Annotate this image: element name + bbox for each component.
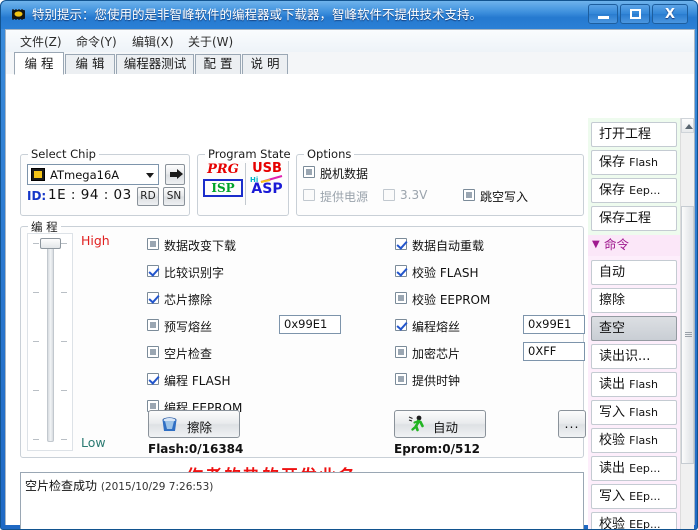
window-title: 特别提示：您使用的是非智峰软件的编程器或下载器，智峰软件不提供技术支持。 (32, 7, 483, 22)
arrow-right-icon (170, 169, 183, 179)
auto-button-label: 自动 (433, 420, 459, 435)
select-chip-group: Select Chip ATmega16A ID: 1E : 94 : 03 R… (20, 147, 190, 216)
scrollbar-thumb[interactable] (681, 206, 694, 464)
checkbox-label: 跳空写入 (480, 190, 529, 204)
command-section-title: 命令 (604, 237, 630, 252)
program-fuse-value-input[interactable]: 0x99E1 (523, 315, 585, 334)
checkbox-box (303, 166, 315, 178)
serial-number-button[interactable]: SN (163, 187, 185, 206)
sidebar-auto-button[interactable]: 自动 (591, 260, 677, 285)
eprom-usage-label: Eprom:0/512 (394, 442, 481, 456)
tab-program[interactable]: 编 程 (14, 52, 64, 75)
sidebar-open-project-button[interactable]: 打开工程 (591, 122, 677, 147)
sidebar-save-project-button[interactable]: 保存工程 (591, 206, 677, 231)
chip-icon (12, 9, 25, 20)
log-entry: 空片检查成功 (2015/10/29 7:26:53) (25, 477, 213, 494)
application-window: 特别提示：您使用的是非智峰软件的编程器或下载器，智峰软件不提供技术支持。 X 文… (0, 0, 698, 530)
sidebar-blank-check-button[interactable]: 查空 (591, 316, 677, 341)
prewrite-fuse-value-input[interactable]: 0x99E1 (279, 315, 341, 334)
log-output-panel[interactable]: 空片检查成功 (2015/10/29 7:26:53) (20, 472, 584, 529)
programming-group: 编 程 High Low 数据改变下载 比较识别字 芯片擦除 预写熔丝 空片检查… (20, 219, 585, 458)
menu-bar: 文件(Z) 命令(Y) 编辑(X) 关于(W) (6, 30, 694, 53)
chevron-down-icon (146, 173, 154, 178)
slider-high-label: High (81, 233, 110, 248)
sidebar-erase-button[interactable]: 擦除 (591, 288, 677, 313)
sidebar-verify-flash-button[interactable]: 校验 Flash (591, 428, 677, 453)
title-bar: 特别提示：您使用的是非智峰软件的编程器或下载器，智峰软件不提供技术支持。 X (1, 1, 697, 29)
more-options-label: ... (564, 416, 580, 431)
lock-chip-value-input[interactable]: 0XFF (523, 342, 585, 361)
apply-chip-button[interactable] (165, 164, 185, 185)
sidebar-verify-eeprom-button[interactable]: 校验 EEp... (591, 512, 677, 529)
sidebar-save-eeprom-button[interactable]: 保存 Eep... (591, 178, 677, 203)
running-person-icon (408, 415, 424, 432)
sidebar-write-eeprom-button[interactable]: 写入 EEp... (591, 484, 677, 509)
tab-strip: 编 程 编 辑 编程器测试 配 置 说 明 (6, 52, 694, 75)
grip-icon (685, 332, 692, 338)
tab-config[interactable]: 配 置 (195, 54, 241, 74)
chip-select-dropdown[interactable]: ATmega16A (27, 164, 159, 185)
checkbox-label: 提供电源 (320, 190, 369, 204)
client-area: 文件(Z) 命令(Y) 编辑(X) 关于(W) 编 程 编 辑 编程器测试 配 … (5, 29, 695, 529)
slider-thumb[interactable] (40, 238, 61, 249)
command-section-header[interactable]: ▼ 命令 (588, 235, 680, 256)
divider (245, 163, 246, 205)
isp-indicator: ISP (203, 179, 243, 197)
checkbox-box (383, 189, 395, 201)
tab-edit[interactable]: 编 辑 (65, 54, 115, 74)
usb-indicator: USB (252, 161, 282, 176)
select-chip-label: Select Chip (28, 147, 99, 161)
sidebar-save-flash-button[interactable]: 保存 Flash (591, 150, 677, 175)
menu-command[interactable]: 命令(Y) (72, 33, 121, 50)
main-panel: Select Chip ATmega16A ID: 1E : 94 : 03 R… (6, 74, 694, 529)
chip-id-label: ID: (27, 189, 47, 203)
command-sidebar: 打开工程 保存 Flash 保存 Eep... 保存工程 ▼ 命令 自动 擦除 (588, 118, 694, 529)
asp-indicator: ASP (251, 181, 283, 197)
chip-select-value: ATmega16A (50, 168, 120, 182)
slider-track (47, 244, 54, 442)
sidebar-read-signature-button[interactable]: 读出识... (591, 344, 677, 369)
tab-programmer-test[interactable]: 编程器测试 (116, 54, 194, 74)
flash-usage-label: Flash:0/16384 (148, 442, 244, 456)
program-state-label: Program State (205, 147, 294, 161)
checkbox-box (303, 189, 315, 201)
menu-file[interactable]: 文件(Z) (16, 33, 66, 50)
more-options-button[interactable]: ... (558, 410, 586, 438)
options-group: Options 脱机数据 提供电源 3.3V 跳空写入 (296, 147, 584, 216)
chevron-down-icon: ▼ (592, 239, 600, 250)
chip-icon (31, 168, 45, 181)
auto-button[interactable]: 自动 (394, 410, 486, 438)
erase-button-label: 擦除 (187, 420, 213, 435)
maximize-button[interactable] (620, 4, 650, 24)
log-timestamp: (2015/10/29 7:26:53) (100, 481, 214, 493)
sidebar-read-eeprom-button[interactable]: 读出 Eep... (591, 456, 677, 481)
log-message: 空片检查成功 (25, 479, 98, 493)
sidebar-scrollbar[interactable] (680, 118, 694, 529)
close-button[interactable]: X (652, 4, 688, 24)
chevron-up-icon (685, 124, 693, 129)
voltage-slider[interactable] (27, 233, 73, 451)
tab-help[interactable]: 说 明 (242, 54, 288, 74)
checkbox-label: 脱机数据 (320, 167, 369, 181)
sidebar-write-flash-button[interactable]: 写入 Flash (591, 400, 677, 425)
checkbox-box (463, 189, 475, 201)
trash-icon (162, 417, 177, 431)
chip-id-value: 1E : 94 : 03 (48, 187, 132, 203)
program-state-group: Program State PRG ISP USB Hi ASP (197, 147, 294, 216)
menu-edit[interactable]: 编辑(X) (128, 33, 178, 50)
sidebar-read-flash-button[interactable]: 读出 Flash (591, 372, 677, 397)
scroll-up-button[interactable] (681, 118, 694, 133)
erase-button[interactable]: 擦除 (148, 410, 240, 438)
menu-about[interactable]: 关于(W) (184, 33, 237, 50)
checkbox-label: 3.3V (400, 188, 428, 202)
prg-indicator: PRG (207, 162, 239, 177)
slider-low-label: Low (81, 435, 106, 450)
options-label: Options (304, 147, 355, 161)
read-id-button[interactable]: RD (137, 187, 159, 206)
minimize-button[interactable] (588, 4, 618, 24)
close-icon: X (664, 6, 676, 22)
